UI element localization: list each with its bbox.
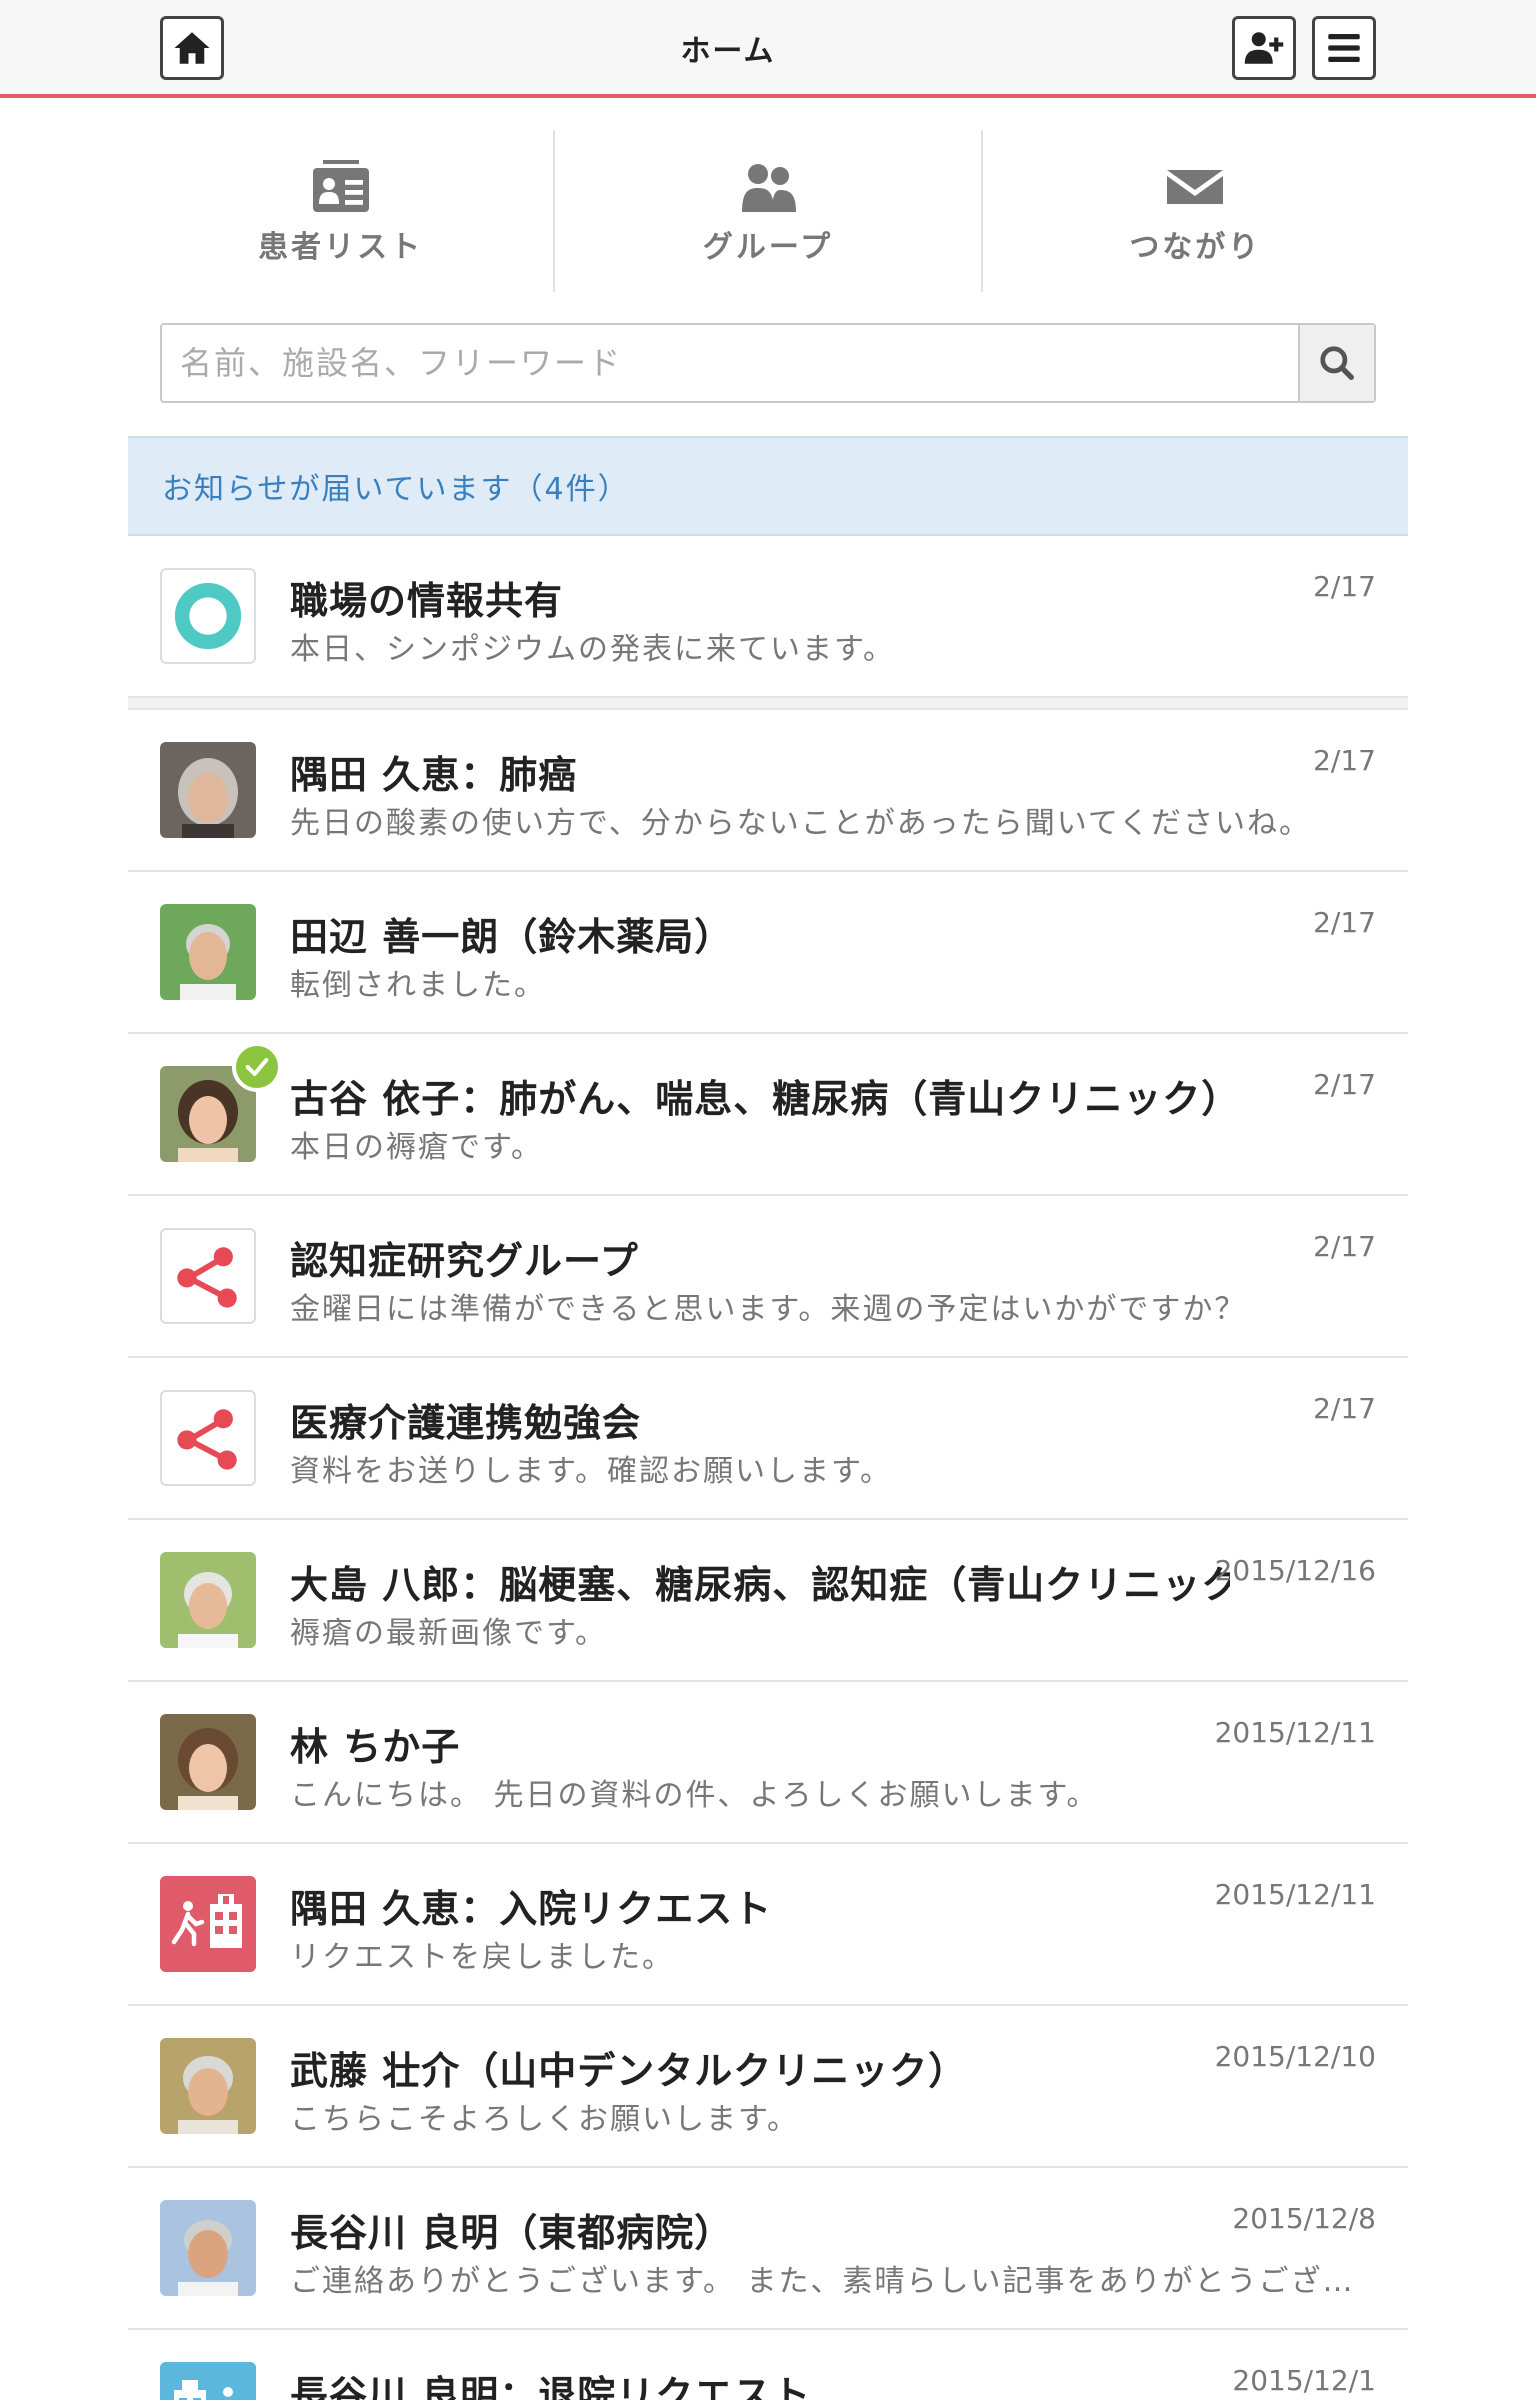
hospital-admission-icon bbox=[160, 1876, 256, 1972]
item-date: 2/17 bbox=[1313, 1392, 1376, 1425]
hamburger-icon bbox=[1328, 34, 1360, 62]
item-title: 林 ちか子 bbox=[290, 1725, 461, 1769]
ring-logo-icon bbox=[174, 582, 242, 650]
verified-check-icon bbox=[232, 1042, 282, 1092]
item-date: 2015/12/8 bbox=[1232, 2202, 1376, 2235]
item-title: 田辺 善一朗（鈴木薬局） bbox=[290, 915, 734, 959]
avatar bbox=[160, 2200, 256, 2296]
item-message: 資料をお送りします。確認お願いします。 bbox=[290, 1454, 892, 1489]
list-item[interactable]: 認知症研究グループ 金曜日には準備ができると思います。来週の予定はいかがですか？… bbox=[128, 1196, 1408, 1358]
item-title: 長谷川 良明：退院リクエスト bbox=[290, 2373, 812, 2400]
search-input[interactable] bbox=[162, 325, 1298, 401]
list-item[interactable]: 長谷川 良明：退院リクエスト 2015/12/1 bbox=[128, 2330, 1408, 2400]
tab-label: つながり bbox=[1129, 230, 1262, 265]
group-share-icon bbox=[177, 1247, 237, 1308]
avatar bbox=[160, 904, 256, 1000]
app-header: ホーム bbox=[0, 0, 1536, 98]
list-item[interactable]: 職場の情報共有 本日、シンポジウムの発表に来ています。 2/17 bbox=[128, 536, 1408, 696]
list-item[interactable]: 隅田 久恵：肺癌 先日の酸素の使い方で、分からないことがあったら聞いてくださいね… bbox=[128, 710, 1408, 872]
patient-photo bbox=[160, 904, 256, 1000]
item-message: リクエストを戻しました。 bbox=[290, 1940, 674, 1975]
item-message: 先日の酸素の使い方で、分からないことがあったら聞いてくださいね。 bbox=[290, 806, 1311, 841]
group-icon bbox=[741, 164, 796, 212]
item-date: 2/17 bbox=[1313, 1230, 1376, 1263]
tab-groups[interactable]: グループ bbox=[555, 130, 983, 292]
item-date: 2/17 bbox=[1313, 1068, 1376, 1101]
tab-label: グループ bbox=[702, 230, 834, 265]
item-message: 褥瘡の最新画像です。 bbox=[290, 1616, 607, 1651]
avatar bbox=[160, 1876, 256, 1972]
item-message: 転倒されました。 bbox=[290, 968, 546, 1003]
tab-connections[interactable]: つながり bbox=[983, 130, 1408, 292]
avatar bbox=[160, 1228, 256, 1324]
avatar bbox=[160, 568, 256, 664]
avatar bbox=[160, 2362, 256, 2400]
item-message: 金曜日には準備ができると思います。来週の予定はいかがですか？ bbox=[290, 1292, 1247, 1327]
item-title: 医療介護連携勉強会 bbox=[290, 1401, 642, 1445]
item-title: 職場の情報共有 bbox=[290, 579, 564, 623]
search-bar bbox=[160, 323, 1376, 403]
menu-button[interactable] bbox=[1312, 16, 1376, 80]
item-title: 古谷 依子：肺がん、喘息、糖尿病（青山クリニック） bbox=[290, 1077, 1230, 1121]
add-user-button[interactable] bbox=[1232, 16, 1296, 80]
avatar bbox=[160, 2038, 256, 2134]
item-date: 2015/12/16 bbox=[1214, 1554, 1376, 1587]
list-item[interactable]: 医療介護連携勉強会 資料をお送りします。確認お願いします。 2/17 bbox=[128, 1358, 1408, 1520]
list-item[interactable]: 古谷 依子：肺がん、喘息、糖尿病（青山クリニック） 本日の褥瘡です。 2/17 bbox=[128, 1034, 1408, 1196]
search-button[interactable] bbox=[1298, 325, 1374, 401]
list-item[interactable]: 武藤 壮介（山中デンタルクリニック） こちらこそよろしくお願いします。 2015… bbox=[128, 2006, 1408, 2168]
item-message: ご連絡ありがとうございます。 また、素晴らしい記事をありがとうござ… bbox=[290, 2264, 1355, 2299]
search-icon bbox=[1320, 346, 1354, 380]
id-card-icon bbox=[312, 160, 369, 212]
item-title: 長谷川 良明（東都病院） bbox=[290, 2211, 734, 2255]
avatar bbox=[160, 742, 256, 838]
section-divider bbox=[128, 696, 1408, 710]
list-item[interactable]: 田辺 善一朗（鈴木薬局） 転倒されました。 2/17 bbox=[128, 872, 1408, 1034]
item-date: 2015/12/11 bbox=[1214, 1716, 1376, 1749]
patient-photo bbox=[160, 2200, 256, 2296]
item-title: 武藤 壮介（山中デンタルクリニック） bbox=[290, 2049, 968, 2093]
group-share-icon bbox=[177, 1409, 237, 1470]
main-tabs: 患者リスト グループ つながり bbox=[128, 130, 1408, 292]
item-message: 本日の褥瘡です。 bbox=[290, 1130, 543, 1165]
item-date: 2015/12/10 bbox=[1214, 2040, 1376, 2073]
item-message: こんにちは。 先日の資料の件、よろしくお願いします。 bbox=[290, 1778, 1099, 1813]
notification-banner[interactable]: お知らせが届いています（4件） bbox=[128, 436, 1408, 536]
list-item[interactable]: 大島 八郎：脳梗塞、糖尿病、認知症（青山クリニック） 褥瘡の最新画像です。 20… bbox=[128, 1520, 1408, 1682]
hospital-discharge-icon bbox=[160, 2362, 256, 2400]
list-item[interactable]: 長谷川 良明（東都病院） ご連絡ありがとうございます。 また、素晴らしい記事をあ… bbox=[128, 2168, 1408, 2330]
patient-photo bbox=[160, 742, 256, 838]
message-list: 職場の情報共有 本日、シンポジウムの発表に来ています。 2/17 隅田 久恵：肺… bbox=[128, 536, 1408, 2400]
tab-patient-list[interactable]: 患者リスト bbox=[128, 130, 556, 292]
item-date: 2/17 bbox=[1313, 906, 1376, 939]
patient-photo bbox=[160, 1552, 256, 1648]
item-title: 隅田 久恵：入院リクエスト bbox=[290, 1887, 773, 1931]
item-title: 大島 八郎：脳梗塞、糖尿病、認知症（青山クリニック） bbox=[290, 1563, 1230, 1607]
item-date: 2/17 bbox=[1313, 744, 1376, 777]
tab-label: 患者リスト bbox=[258, 230, 424, 265]
avatar bbox=[160, 1552, 256, 1648]
item-message: 本日、シンポジウムの発表に来ています。 bbox=[290, 632, 895, 667]
item-date: 2015/12/1 bbox=[1232, 2364, 1376, 2397]
item-date: 2/17 bbox=[1313, 570, 1376, 603]
envelope-icon bbox=[1167, 170, 1224, 204]
avatar bbox=[160, 1390, 256, 1486]
item-message: こちらこそよろしくお願いします。 bbox=[290, 2102, 799, 2137]
add-user-icon bbox=[1244, 32, 1284, 64]
patient-photo bbox=[160, 1714, 256, 1810]
avatar bbox=[160, 1714, 256, 1810]
list-item[interactable]: 隅田 久恵：入院リクエスト リクエストを戻しました。 2015/12/11 bbox=[128, 1844, 1408, 2006]
patient-photo bbox=[160, 2038, 256, 2134]
item-title: 隅田 久恵：肺癌 bbox=[290, 753, 578, 797]
item-date: 2015/12/11 bbox=[1214, 1878, 1376, 1911]
item-title: 認知症研究グループ bbox=[290, 1239, 639, 1283]
list-item[interactable]: 林 ちか子 こんにちは。 先日の資料の件、よろしくお願いします。 2015/12… bbox=[128, 1682, 1408, 1844]
